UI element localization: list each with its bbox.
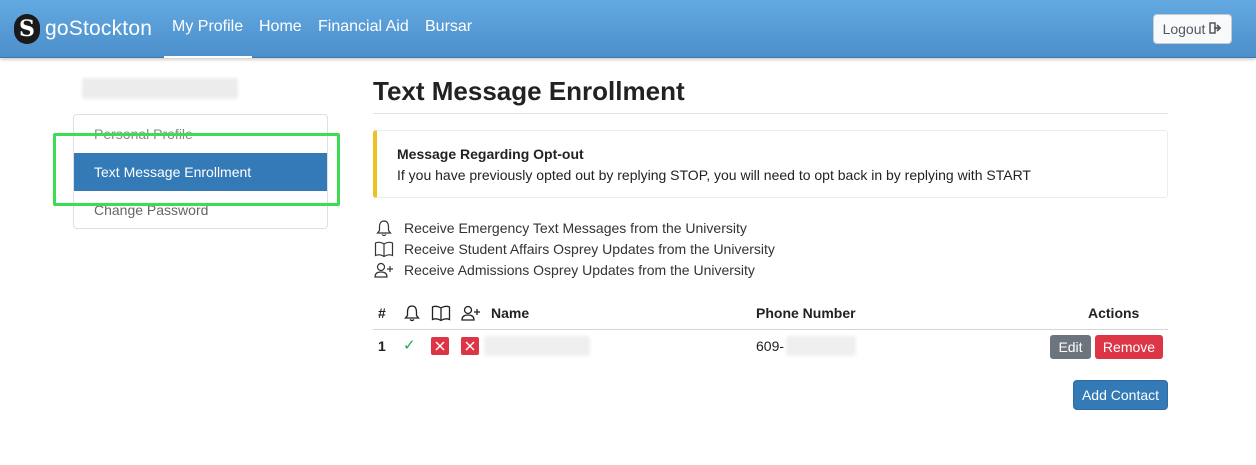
menu-item-label: Text Message Enrollment [94,164,252,180]
edit-label: Edit [1058,339,1083,355]
bell-icon [373,219,395,237]
user-plus-icon [460,303,482,323]
x-icon [461,337,479,355]
column-header-name: Name [491,305,530,321]
column-header-actions: Actions [1088,305,1140,321]
book-icon [430,303,452,323]
menu-item-change-password[interactable]: Change Password [74,191,327,229]
nav-bursar-label: Bursar [425,18,473,35]
contact-name-redacted [484,336,590,356]
legend-emergency: Receive Emergency Text Messages from the… [373,219,747,237]
remove-button[interactable]: Remove [1095,335,1163,359]
remove-label: Remove [1102,339,1156,355]
menu-item-label: Personal Profile [94,126,193,142]
brand-text: goStockton [45,17,153,40]
menu-item-personal-profile[interactable]: Personal Profile [74,115,327,153]
edit-button[interactable]: Edit [1050,335,1091,359]
brand[interactable]: S goStockton [14,14,152,44]
title-divider [373,113,1168,114]
table-header-divider [373,329,1168,330]
legend-student-affairs: Receive Student Affairs Osprey Updates f… [373,240,775,258]
opt-out-callout: Message Regarding Opt-out If you have pr… [373,130,1168,198]
nav-financial-aid[interactable]: Financial Aid [318,18,409,58]
column-header-number: # [378,305,386,321]
book-icon [373,240,395,258]
sign-out-icon [1209,21,1222,37]
phone-number-redacted [786,336,856,356]
top-navbar: S goStockton My Profile Home Financial A… [0,0,1256,58]
nav-my-profile-label: My Profile [172,18,244,35]
add-contact-label: Add Contact [1081,387,1160,403]
logout-label: Logout [1162,21,1206,37]
nav-home[interactable]: Home [259,18,302,58]
row-number: 1 [378,338,386,354]
x-icon [431,337,449,355]
add-contact-button[interactable]: Add Contact [1073,380,1168,410]
check-icon: ✓ [403,337,416,354]
phone-number: 609- [756,338,785,354]
menu-item-label: Change Password [94,202,209,218]
nav-my-profile[interactable]: My Profile [164,18,252,58]
callout-title: Message Regarding Opt-out [397,146,584,162]
legend-text: Receive Admissions Osprey Updates from t… [404,262,755,278]
legend-text: Receive Emergency Text Messages from the… [404,220,747,236]
user-plus-icon [373,261,395,279]
menu-item-text-message-enrollment[interactable]: Text Message Enrollment [74,153,327,191]
user-name-redacted [82,78,238,99]
legend-text: Receive Student Affairs Osprey Updates f… [404,241,775,257]
logout-button[interactable]: Logout [1153,14,1232,44]
bell-icon [401,303,423,323]
stockton-logo-icon: S [14,14,40,44]
nav-home-label: Home [259,18,302,35]
profile-menu: Personal Profile Text Message Enrollment… [73,114,328,229]
callout-text: If you have previously opted out by repl… [397,167,1031,183]
nav-bursar[interactable]: Bursar [425,18,472,58]
column-header-phone: Phone Number [756,305,856,321]
page-title: Text Message Enrollment [373,76,685,106]
legend-admissions: Receive Admissions Osprey Updates from t… [373,261,755,279]
nav-financial-aid-label: Financial Aid [318,18,409,35]
